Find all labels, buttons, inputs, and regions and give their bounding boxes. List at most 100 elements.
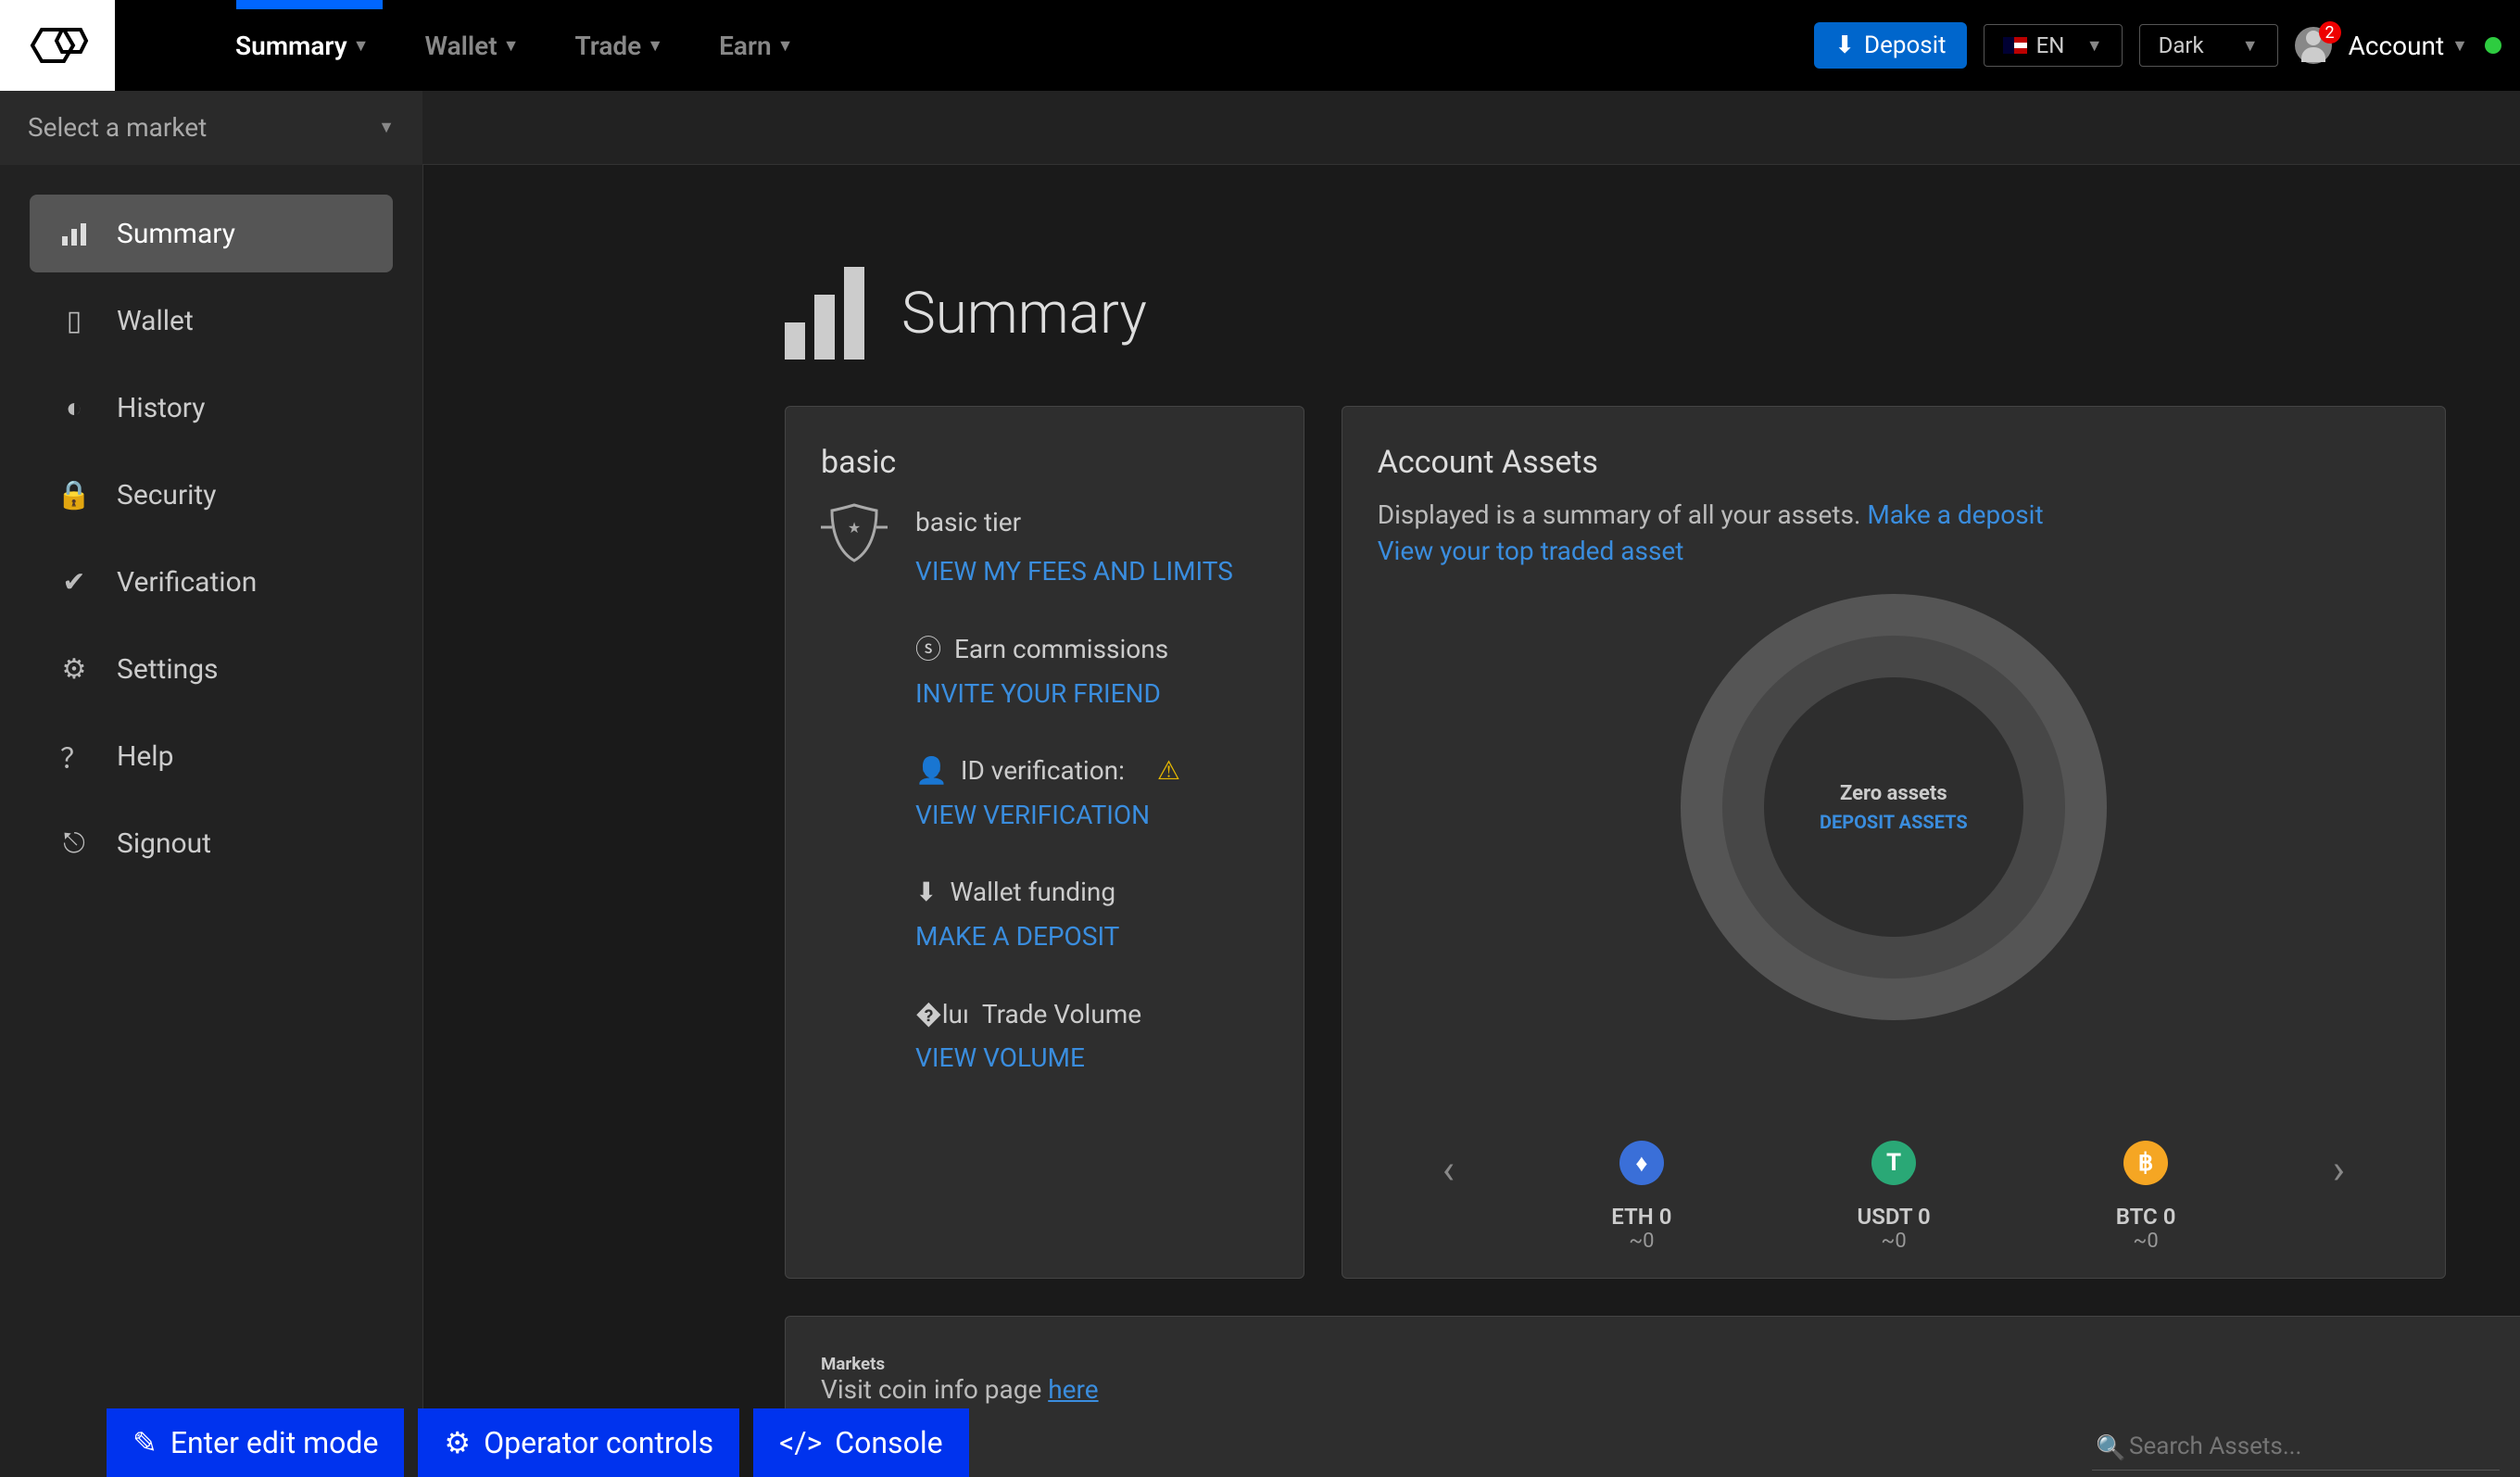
- search-assets-input[interactable]: [2092, 1423, 2500, 1471]
- bars-large-icon: [785, 267, 864, 360]
- topbar-right: ⬇ Deposit EN ▼ Dark ▼ 2 Account▼: [1814, 22, 2501, 69]
- deposit-assets-link[interactable]: DEPOSIT ASSETS: [1820, 811, 1968, 833]
- top-navbar: Summary▼ Wallet▼ Trade▼ Earn▼ ⬇ Deposit …: [0, 0, 2520, 91]
- make-deposit-link-inline[interactable]: Make a deposit: [1867, 499, 2043, 530]
- account-assets-card: Account Assets Displayed is a summary of…: [1342, 406, 2446, 1279]
- person-icon: 👤: [915, 749, 948, 793]
- flag-icon: [2003, 37, 2027, 54]
- clock-icon: ◐: [57, 391, 91, 424]
- markets-heading: Markets: [821, 1354, 2500, 1374]
- chevron-down-icon: ▼: [378, 118, 395, 137]
- make-deposit-link[interactable]: MAKE A DEPOSIT: [915, 915, 1233, 959]
- coin-icon: ♦: [1619, 1141, 1664, 1185]
- bars-icon: [57, 217, 91, 250]
- sidebar-item-security[interactable]: 🔒Security: [30, 456, 393, 534]
- topmenu-trade[interactable]: Trade▼: [575, 31, 664, 61]
- page-header: Summary: [785, 267, 2446, 360]
- shield-icon: ★: [821, 499, 888, 566]
- language-selector[interactable]: EN ▼: [1984, 24, 2123, 67]
- avatar[interactable]: 2: [2295, 27, 2332, 64]
- check-badge-icon: ✔: [57, 565, 91, 599]
- notification-badge: 2: [2319, 21, 2341, 44]
- coin-amount: ETH 0: [1611, 1204, 1671, 1230]
- logo-icon: [25, 22, 90, 69]
- coin-info-here-link[interactable]: here: [1048, 1374, 1098, 1405]
- deposit-button[interactable]: ⬇ Deposit: [1814, 22, 1966, 69]
- content-area: Summary basic ★ basic tier VIEW MY FEES …: [422, 165, 2520, 1477]
- code-icon: </>: [779, 1425, 822, 1460]
- bottom-toolbar: ✎Enter edit mode ⚙Operator controls </>C…: [107, 1408, 969, 1477]
- download-icon: ⬇: [1834, 32, 1855, 59]
- console-button[interactable]: </>Console: [753, 1408, 968, 1477]
- pencil-icon: ✎: [132, 1425, 158, 1460]
- lock-icon: 🔒: [57, 478, 91, 511]
- chevron-down-icon: ▼: [777, 36, 794, 56]
- market-bar: Select a market ▼: [0, 91, 2520, 165]
- trade-volume-label: Trade Volume: [982, 992, 1141, 1037]
- sidebar: Summary ▯Wallet ◐History 🔒Security ✔Veri…: [0, 165, 422, 1477]
- invite-friend-link[interactable]: INVITE YOUR FRIEND: [915, 672, 1233, 716]
- view-verification-link[interactable]: VIEW VERIFICATION: [915, 793, 1233, 838]
- topmenu-summary[interactable]: Summary▼: [235, 31, 369, 61]
- idv-label: ID verification:: [961, 749, 1125, 793]
- top-menu: Summary▼ Wallet▼ Trade▼ Earn▼: [235, 31, 793, 61]
- chevron-down-icon: ▼: [2242, 36, 2259, 56]
- view-top-traded-link[interactable]: View your top traded asset: [1378, 536, 2410, 566]
- assets-donut-chart: Zero assets DEPOSIT ASSETS: [1681, 594, 2107, 1020]
- warning-icon: ⚠: [1157, 749, 1180, 793]
- chevron-down-icon: ▼: [2451, 36, 2468, 56]
- account-menu[interactable]: Account▼: [2349, 31, 2468, 61]
- gear-icon: ⚙: [444, 1425, 471, 1460]
- topmenu-wallet[interactable]: Wallet▼: [424, 31, 519, 61]
- carousel-prev[interactable]: ‹: [1433, 1145, 1464, 1193]
- operator-controls-button[interactable]: ⚙Operator controls: [418, 1408, 739, 1477]
- coin-eth[interactable]: ♦ ETH 0~0: [1611, 1141, 1671, 1253]
- coin-amount: USDT 0: [1857, 1204, 1930, 1230]
- dollar-icon: ⓢ: [915, 627, 941, 672]
- chevron-down-icon: ▼: [503, 36, 520, 56]
- coin-btc[interactable]: ฿BTC 0~0: [2116, 1141, 2176, 1253]
- coin-approx: ~0: [2133, 1230, 2158, 1253]
- view-volume-link[interactable]: VIEW VOLUME: [915, 1036, 1233, 1080]
- active-tab-indicator: [236, 0, 383, 9]
- signout-icon: ⎋: [57, 827, 91, 860]
- coin-usdt[interactable]: T USDT 0~0: [1857, 1141, 1930, 1253]
- search-assets-field: 🔍: [2092, 1423, 2500, 1471]
- enter-edit-mode-button[interactable]: ✎Enter edit mode: [107, 1408, 404, 1477]
- carousel-next[interactable]: ›: [2324, 1145, 2354, 1193]
- chevron-down-icon: ▼: [2086, 36, 2103, 56]
- sidebar-item-help[interactable]: ？Help: [30, 717, 393, 795]
- view-fees-link[interactable]: VIEW MY FEES AND LIMITS: [915, 549, 1233, 594]
- logo[interactable]: [0, 0, 115, 91]
- theme-selector[interactable]: Dark ▼: [2139, 24, 2278, 67]
- svg-text:★: ★: [848, 519, 861, 537]
- assets-heading: Account Assets: [1378, 444, 2410, 481]
- chevron-down-icon: ▼: [647, 36, 663, 56]
- gear-icon: ⚙: [57, 652, 91, 686]
- basic-heading: basic: [821, 444, 1268, 481]
- coins-carousel: ‹ ♦ETH 0~0TUSDT 0~0฿BTC 0~0 ›: [1378, 1085, 2410, 1253]
- markets-card: Markets Visit coin info page here 🔍: [785, 1316, 2520, 1477]
- earn-label: Earn commissions: [954, 627, 1168, 672]
- status-indicator: [2485, 37, 2501, 54]
- wallet-icon: ▯: [57, 304, 91, 337]
- coin-icon: T: [1871, 1141, 1916, 1185]
- help-icon: ？: [57, 739, 91, 773]
- tier-name: basic tier: [915, 499, 1233, 545]
- bars-icon: �luı: [915, 992, 969, 1037]
- zero-assets-label: Zero assets: [1840, 782, 1947, 805]
- chevron-down-icon: ▼: [353, 36, 370, 56]
- sidebar-item-summary[interactable]: Summary: [30, 195, 393, 272]
- markets-description: Visit coin info page here: [821, 1374, 2500, 1405]
- coin-amount: BTC 0: [2116, 1204, 2176, 1230]
- sidebar-item-history[interactable]: ◐History: [30, 369, 393, 447]
- coin-approx: ~0: [1881, 1230, 1906, 1253]
- topmenu-earn[interactable]: Earn▼: [719, 31, 793, 61]
- sidebar-item-wallet[interactable]: ▯Wallet: [30, 282, 393, 360]
- sidebar-item-settings[interactable]: ⚙Settings: [30, 630, 393, 708]
- sidebar-item-verification[interactable]: ✔Verification: [30, 543, 393, 621]
- sidebar-item-signout[interactable]: ⎋Signout: [30, 804, 393, 882]
- market-select[interactable]: Select a market ▼: [0, 91, 422, 165]
- coin-approx: ~0: [1629, 1230, 1654, 1253]
- search-icon: 🔍: [2096, 1434, 2125, 1462]
